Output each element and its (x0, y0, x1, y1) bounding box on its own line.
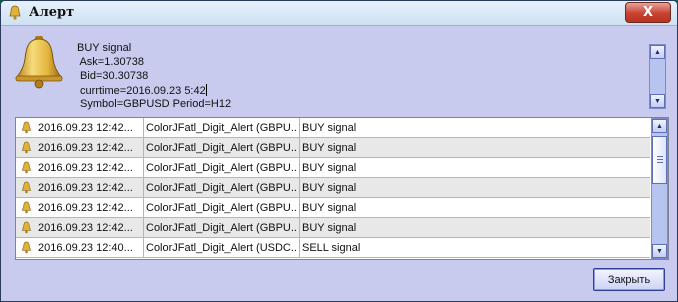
alert-time: 2016.09.23 12:42... (38, 162, 133, 174)
table-row[interactable]: 2016.09.23 12:42... ColorJFatl_Digit_Ale… (16, 158, 650, 178)
alert-message: BUY signal (302, 182, 357, 194)
alert-expert: ColorJFatl_Digit_Alert (GBPU... (146, 142, 298, 154)
alert-time: 2016.09.23 12:42... (38, 122, 133, 134)
close-icon: X (642, 5, 654, 20)
column-divider (143, 158, 144, 178)
scroll-thumb[interactable] (652, 136, 667, 184)
message-line: BUY signal (77, 42, 132, 54)
scroll-up-button[interactable]: ▲ (650, 45, 665, 59)
column-divider (143, 238, 144, 258)
scroll-down-button[interactable]: ▼ (652, 244, 667, 258)
column-divider (143, 178, 144, 198)
alert-time: 2016.09.23 12:42... (38, 182, 133, 194)
alert-message: BUY signal (302, 122, 357, 134)
bell-icon (15, 36, 63, 89)
column-divider (143, 138, 144, 158)
column-divider (143, 218, 144, 238)
alert-expert: ColorJFatl_Digit_Alert (GBPU... (146, 162, 298, 174)
bell-icon (21, 221, 32, 234)
alert-window: Алерт X BUY signal Ask=1.30738 Bid=30.30… (0, 0, 678, 302)
alert-expert: ColorJFatl_Digit_Alert (GBPU... (146, 202, 298, 214)
bell-icon (21, 241, 32, 254)
message-line-text: currtime=2016.09.23 5:42 (77, 85, 206, 97)
alert-time: 2016.09.23 12:42... (38, 222, 133, 234)
column-divider (299, 158, 300, 178)
alert-time: 2016.09.23 12:40... (38, 242, 133, 254)
bell-icon (21, 201, 32, 214)
alert-expert: ColorJFatl_Digit_Alert (USDC... (146, 242, 298, 254)
close-button[interactable]: Закрыть (593, 268, 665, 291)
bell-icon (21, 141, 32, 154)
table-row[interactable]: 2016.09.23 12:42... ColorJFatl_Digit_Ale… (16, 178, 650, 198)
table-row[interactable]: 2016.09.23 12:42... ColorJFatl_Digit_Ale… (16, 218, 650, 238)
alert-message: BUY signal (302, 142, 357, 154)
alert-message: BUY signal (302, 162, 357, 174)
message-scrollbar[interactable]: ▲ ▼ (649, 44, 666, 109)
alert-message: BUY signal (302, 202, 357, 214)
table-row[interactable]: 2016.09.23 12:40... ColorJFatl_Digit_Ale… (16, 238, 650, 258)
alert-time: 2016.09.23 12:42... (38, 202, 133, 214)
column-divider (299, 238, 300, 258)
grip-line (657, 156, 663, 157)
window-close-button[interactable]: X (625, 2, 671, 23)
message-line: currtime=2016.09.23 5:42 (77, 84, 207, 97)
scroll-down-button[interactable]: ▼ (650, 94, 665, 108)
alerts-list[interactable]: 2016.09.23 12:42... ColorJFatl_Digit_Ale… (15, 117, 669, 260)
grip-line (657, 159, 663, 160)
column-divider (299, 218, 300, 238)
message-line: Bid=30.30738 (77, 70, 149, 82)
alert-expert: ColorJFatl_Digit_Alert (GBPU... (146, 122, 298, 134)
bell-icon (21, 181, 32, 194)
column-divider (299, 198, 300, 218)
alerts-scrollbar[interactable]: ▲ ▼ (651, 118, 668, 259)
scroll-up-button[interactable]: ▲ (652, 119, 667, 133)
text-caret (205, 84, 207, 96)
column-divider (299, 178, 300, 198)
table-row[interactable]: 2016.09.23 12:42... ColorJFatl_Digit_Ale… (16, 138, 650, 158)
bell-icon (9, 5, 21, 20)
column-divider (299, 118, 300, 138)
alert-expert: ColorJFatl_Digit_Alert (GBPU... (146, 222, 298, 234)
bell-icon (21, 121, 32, 134)
alert-message-text[interactable]: BUY signal Ask=1.30738 Bid=30.30738 curr… (71, 40, 649, 110)
alert-message: BUY signal (302, 222, 357, 234)
alert-time: 2016.09.23 12:42... (38, 142, 133, 154)
column-divider (299, 138, 300, 158)
message-line: Ask=1.30738 (77, 56, 144, 68)
window-title: Алерт (29, 5, 75, 20)
table-row[interactable]: 2016.09.23 12:42... ColorJFatl_Digit_Ale… (16, 118, 650, 138)
bell-icon (21, 161, 32, 174)
message-line: Symbol=GBPUSD Period=H12 (77, 98, 232, 110)
table-row[interactable]: 2016.09.23 12:42... ColorJFatl_Digit_Ale… (16, 198, 650, 218)
alert-expert: ColorJFatl_Digit_Alert (GBPU... (146, 182, 298, 194)
grip-line (657, 162, 663, 163)
title-bar[interactable]: Алерт X (1, 1, 677, 26)
column-divider (143, 118, 144, 138)
alert-message: SELL signal (302, 242, 361, 254)
column-divider (143, 198, 144, 218)
